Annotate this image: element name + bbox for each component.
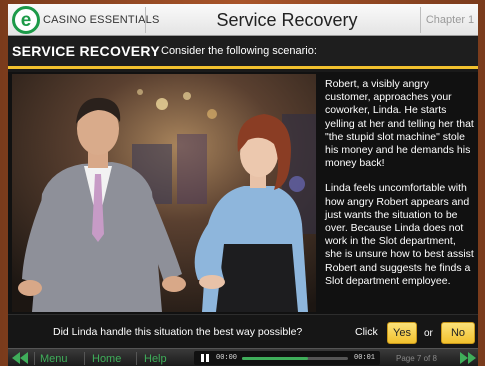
page-indicator: Page 7 of 8	[396, 354, 437, 363]
nav-divider	[136, 352, 137, 365]
double-right-arrow-icon	[460, 352, 476, 364]
course-title: Service Recovery	[216, 10, 358, 30]
previous-page-button[interactable]	[12, 349, 30, 366]
scenario-illustration	[12, 74, 316, 312]
logo-e-icon: e	[12, 6, 40, 34]
duration-time: 00:01	[354, 354, 376, 362]
nav-divider	[84, 352, 85, 365]
section-header: SERVICE RECOVERY Consider the following …	[8, 37, 478, 69]
home-button[interactable]: Home	[92, 349, 121, 366]
click-label: Click	[355, 326, 378, 338]
chapter-label: Chapter 1	[425, 14, 475, 26]
menu-button[interactable]: Menu	[40, 349, 68, 366]
media-player: 00:00 00:01	[194, 351, 380, 365]
section-title: SERVICE RECOVERY	[12, 43, 160, 59]
title-divider	[420, 7, 421, 33]
title-bar: e CASINO ESSENTIALS Service Recovery Cha…	[8, 4, 478, 36]
question-text: Did Linda handle this situation the best…	[53, 326, 303, 338]
section-subtitle: Consider the following scenario:	[161, 45, 317, 57]
help-button[interactable]: Help	[144, 349, 167, 366]
progress-track[interactable]	[242, 357, 348, 360]
pause-icon[interactable]	[200, 353, 210, 363]
casino-scene-image	[12, 74, 316, 312]
double-left-arrow-icon	[12, 352, 28, 364]
next-page-button[interactable]	[460, 349, 478, 366]
scenario-text: Robert, a visibly angry customer, approa…	[325, 78, 475, 288]
brand-logo: e CASINO ESSENTIALS	[12, 5, 160, 35]
slide-content: Robert, a visibly angry customer, approa…	[8, 72, 478, 314]
yes-button[interactable]: Yes	[387, 322, 417, 344]
no-button[interactable]: No	[441, 322, 475, 344]
scenario-paragraph: Robert, a visibly angry customer, approa…	[325, 78, 474, 170]
or-label: or	[424, 328, 433, 339]
nav-divider	[34, 352, 35, 365]
scenario-paragraph: Linda feels uncomfortable with how angry…	[325, 182, 474, 287]
question-bar: Did Linda handle this situation the best…	[8, 314, 478, 348]
progress-fill	[242, 357, 308, 360]
brand-name: CASINO ESSENTIALS	[43, 14, 160, 26]
course-player-window: e CASINO ESSENTIALS Service Recovery Cha…	[8, 4, 478, 366]
current-time: 00:00	[216, 354, 238, 362]
navigation-bar: Menu Home Help 00:00 00:01 Page 7 of 8	[8, 348, 478, 366]
